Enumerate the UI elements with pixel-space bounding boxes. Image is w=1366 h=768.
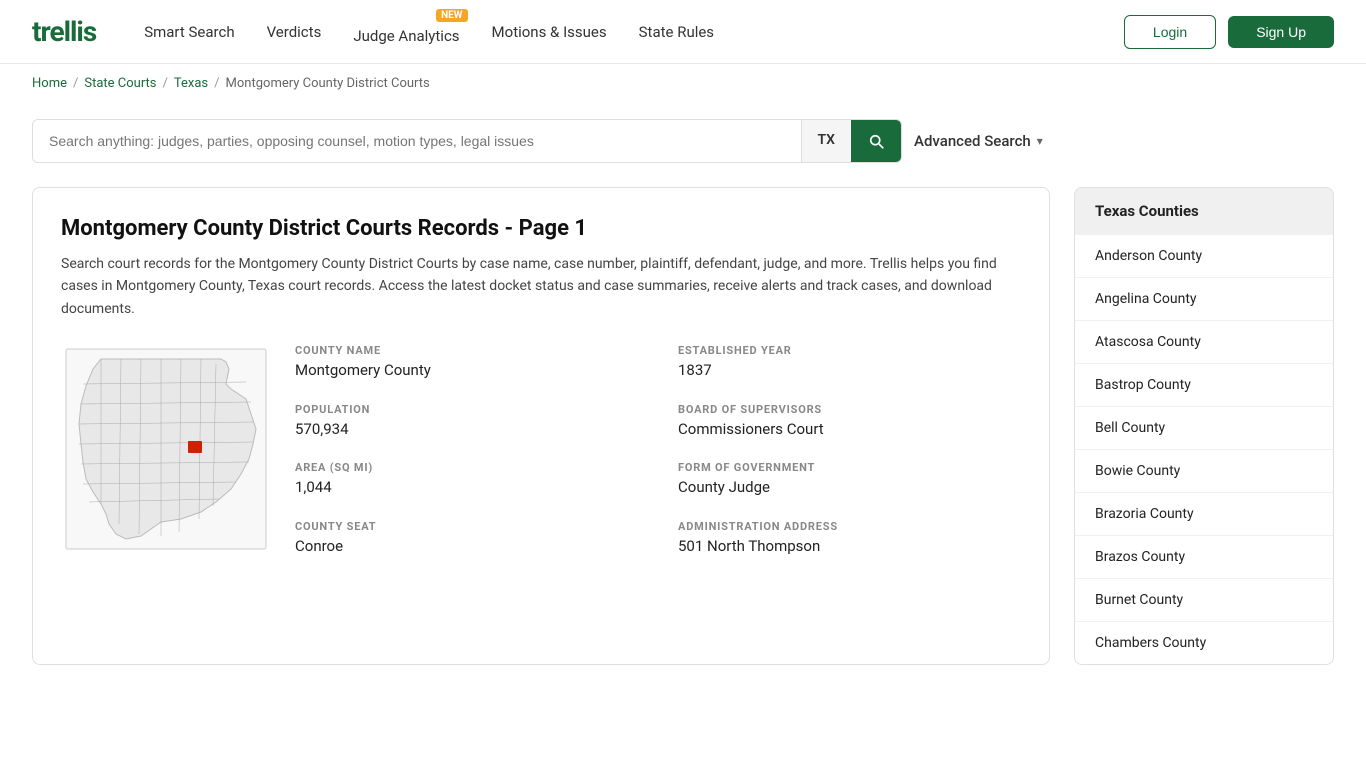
sidebar-item-brazos[interactable]: Brazos County <box>1075 535 1333 578</box>
breadcrumb-sep3: / <box>214 76 219 91</box>
board-group: BOARD OF SUPERVISORS Commissioners Court <box>678 403 1021 442</box>
sidebar: Texas Counties Anderson County Angelina … <box>1074 187 1334 665</box>
breadcrumb-state-courts[interactable]: State Courts <box>84 76 156 91</box>
sidebar-item-anderson[interactable]: Anderson County <box>1075 234 1333 277</box>
search-input[interactable] <box>33 120 801 162</box>
new-badge: NEW <box>436 9 467 22</box>
advanced-search[interactable]: Advanced Search ▾ <box>914 132 1043 150</box>
county-name-label: COUNTY NAME <box>295 344 638 357</box>
established-label: ESTABLISHED YEAR <box>678 344 1021 357</box>
board-label: BOARD OF SUPERVISORS <box>678 403 1021 416</box>
texas-map <box>61 344 271 554</box>
seat-label: COUNTY SEAT <box>295 520 638 533</box>
county-info: COUNTY NAME Montgomery County ESTABLISHE… <box>61 344 1021 558</box>
population-value: 570,934 <box>295 420 638 438</box>
board-value: Commissioners Court <box>678 420 1021 438</box>
county-name-group: COUNTY NAME Montgomery County <box>295 344 638 383</box>
nav-state-rules[interactable]: State Rules <box>639 23 714 41</box>
page-title: Montgomery County District Courts Record… <box>61 216 1021 241</box>
search-icon <box>867 132 885 150</box>
address-value: 501 North Thompson <box>678 537 1021 555</box>
breadcrumb-sep1: / <box>73 76 78 91</box>
sidebar-item-bastrop[interactable]: Bastrop County <box>1075 363 1333 406</box>
breadcrumb: Home / State Courts / Texas / Montgomery… <box>0 64 1366 103</box>
established-value: 1837 <box>678 361 1021 379</box>
population-label: POPULATION <box>295 403 638 416</box>
search-section: TX Advanced Search ▾ <box>0 103 1366 187</box>
nav-motions[interactable]: Motions & Issues <box>492 23 607 41</box>
population-group: POPULATION 570,934 <box>295 403 638 442</box>
area-group: AREA (SQ MI) 1,044 <box>295 461 638 500</box>
breadcrumb-sep2: / <box>163 76 168 91</box>
sidebar-item-atascosa[interactable]: Atascosa County <box>1075 320 1333 363</box>
search-box: TX <box>32 119 902 163</box>
area-value: 1,044 <box>295 478 638 496</box>
established-group: ESTABLISHED YEAR 1837 <box>678 344 1021 383</box>
sidebar-item-bell[interactable]: Bell County <box>1075 406 1333 449</box>
page-description: Search court records for the Montgomery … <box>61 253 1021 320</box>
government-value: County Judge <box>678 478 1021 496</box>
address-group: ADMINISTRATION ADDRESS 501 North Thompso… <box>678 520 1021 559</box>
sidebar-item-bowie[interactable]: Bowie County <box>1075 449 1333 492</box>
sidebar-item-brazoria[interactable]: Brazoria County <box>1075 492 1333 535</box>
county-name-value: Montgomery County <box>295 361 638 379</box>
sidebar-header: Texas Counties <box>1075 188 1333 234</box>
header-actions: Login Sign Up <box>1124 15 1334 49</box>
area-label: AREA (SQ MI) <box>295 461 638 474</box>
content-card: Montgomery County District Courts Record… <box>32 187 1050 665</box>
sidebar-item-chambers[interactable]: Chambers County <box>1075 621 1333 664</box>
government-group: FORM OF GOVERNMENT County Judge <box>678 461 1021 500</box>
address-label: ADMINISTRATION ADDRESS <box>678 520 1021 533</box>
header: trellis Smart Search Verdicts NEW Judge … <box>0 0 1366 64</box>
seat-group: COUNTY SEAT Conroe <box>295 520 638 559</box>
nav-verdicts[interactable]: Verdicts <box>267 23 322 41</box>
breadcrumb-home[interactable]: Home <box>32 76 67 91</box>
main-nav: Smart Search Verdicts NEW Judge Analytic… <box>144 19 714 45</box>
seat-value: Conroe <box>295 537 638 555</box>
search-state: TX <box>801 120 851 162</box>
sidebar-item-burnet[interactable]: Burnet County <box>1075 578 1333 621</box>
county-details: COUNTY NAME Montgomery County ESTABLISHE… <box>295 344 1021 558</box>
government-label: FORM OF GOVERNMENT <box>678 461 1021 474</box>
chevron-down-icon: ▾ <box>1037 134 1043 148</box>
sidebar-item-angelina[interactable]: Angelina County <box>1075 277 1333 320</box>
main-layout: Montgomery County District Courts Record… <box>0 187 1366 665</box>
breadcrumb-state[interactable]: Texas <box>174 76 208 91</box>
signup-button[interactable]: Sign Up <box>1228 16 1334 48</box>
login-button[interactable]: Login <box>1124 15 1216 49</box>
logo[interactable]: trellis <box>32 15 96 48</box>
nav-judge-analytics[interactable]: NEW Judge Analytics <box>353 19 459 45</box>
breadcrumb-current: Montgomery County District Courts <box>226 76 430 91</box>
search-button[interactable] <box>851 120 901 162</box>
county-map <box>61 344 271 558</box>
nav-smart-search[interactable]: Smart Search <box>144 23 234 41</box>
